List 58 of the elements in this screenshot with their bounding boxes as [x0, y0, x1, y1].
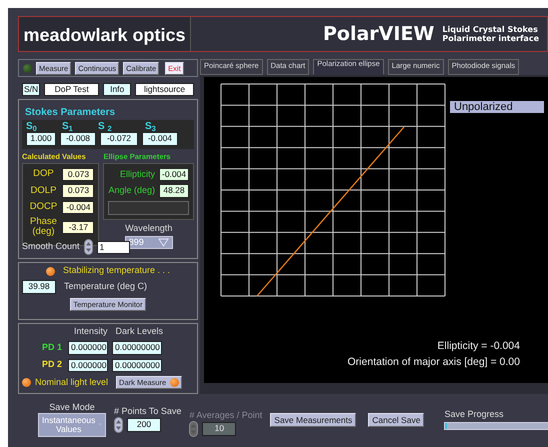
cancel-button[interactable]: Cancel Save: [368, 412, 424, 428]
status-display: Unpolarized: [450, 101, 544, 114]
group-title: Stokes Parameters: [25, 107, 116, 118]
column-header: Intensity: [74, 327, 108, 338]
pd-label: PD 1: [40, 343, 62, 353]
progress-label: Save Progress: [444, 410, 504, 420]
light-level-label: Nominal light level: [35, 378, 108, 388]
value-label: Angle (deg): [108, 186, 155, 196]
save-button[interactable]: Save Measurements: [270, 412, 356, 428]
dark-level-field: 0.00000000: [112, 358, 162, 372]
spinner-arrows-icon[interactable]: [189, 420, 198, 437]
temperature-label: Temperature (deg C): [64, 282, 148, 292]
value-field: -0.004: [62, 200, 94, 214]
dark-level-field: 0.00000000: [112, 341, 162, 355]
subtitle-text: Liquid Crystal Stokes: [442, 25, 539, 34]
wavelength-label: Wavelength: [124, 224, 174, 234]
value-label: Phase (deg): [29, 216, 58, 238]
smooth-count-field[interactable]: 1: [96, 240, 130, 254]
points-field[interactable]: 200: [127, 418, 161, 432]
value-label: Ellipticity: [120, 170, 155, 180]
stokes-label: S$_{3}$: [145, 121, 157, 132]
value-field: -3.17: [62, 220, 94, 234]
spinner-arrows-icon[interactable]: [84, 239, 93, 256]
info-field[interactable]: lightsource: [135, 83, 194, 96]
value-field: -0.004: [159, 168, 189, 182]
points-label: # Points To Save: [114, 407, 182, 417]
logo: meadowlark optics: [19, 17, 191, 51]
info-label: Info: [103, 83, 132, 96]
value-label: DOLP: [30, 186, 58, 196]
stokes-label: S$_{0}$: [26, 121, 38, 132]
ellipticity-readout: Ellipticity = -0.004: [437, 341, 520, 353]
value-field: 0.073: [62, 168, 94, 182]
stokes-value: -0.072: [100, 132, 138, 146]
stokes-label: S$_{1}$: [62, 121, 74, 132]
stokes-label: S $_{2}$: [98, 121, 113, 132]
stokes-value: 1.000: [26, 132, 56, 146]
smooth-count-label: Smooth Count: [22, 242, 80, 252]
value-field: 0.073: [62, 184, 94, 198]
column-header: Dark Levels: [116, 327, 164, 338]
stokes-value: -0.004: [142, 132, 178, 146]
temperature-field: 39.98: [22, 280, 56, 294]
value-field: 48.28: [159, 184, 189, 198]
spinner-arrows-icon[interactable]: [114, 416, 123, 433]
subtitle-text: Polarimeter interface: [442, 34, 539, 43]
value-label: DOCP: [28, 202, 58, 213]
sn-label: S/N: [22, 83, 40, 96]
value-label: DOP: [32, 169, 55, 180]
pd-label: PD 2: [40, 360, 62, 370]
save-mode-label: Save Mode: [48, 402, 96, 413]
averages-label: # Averages / Point: [189, 411, 262, 421]
intensity-field: 0.000000: [68, 358, 108, 372]
dropdown-arrow-icon: [158, 238, 169, 247]
stokes-value: -0.008: [60, 132, 96, 146]
intensity-field: 0.000000: [68, 341, 108, 355]
app-title: PolarVIEW: [322, 23, 434, 45]
sn-field[interactable]: DoP Test: [44, 83, 100, 96]
orientation-readout: Orientation of major axis [deg] = 0.00: [348, 357, 520, 369]
temperature-status: Stabilizing temperature . . .: [62, 266, 170, 276]
